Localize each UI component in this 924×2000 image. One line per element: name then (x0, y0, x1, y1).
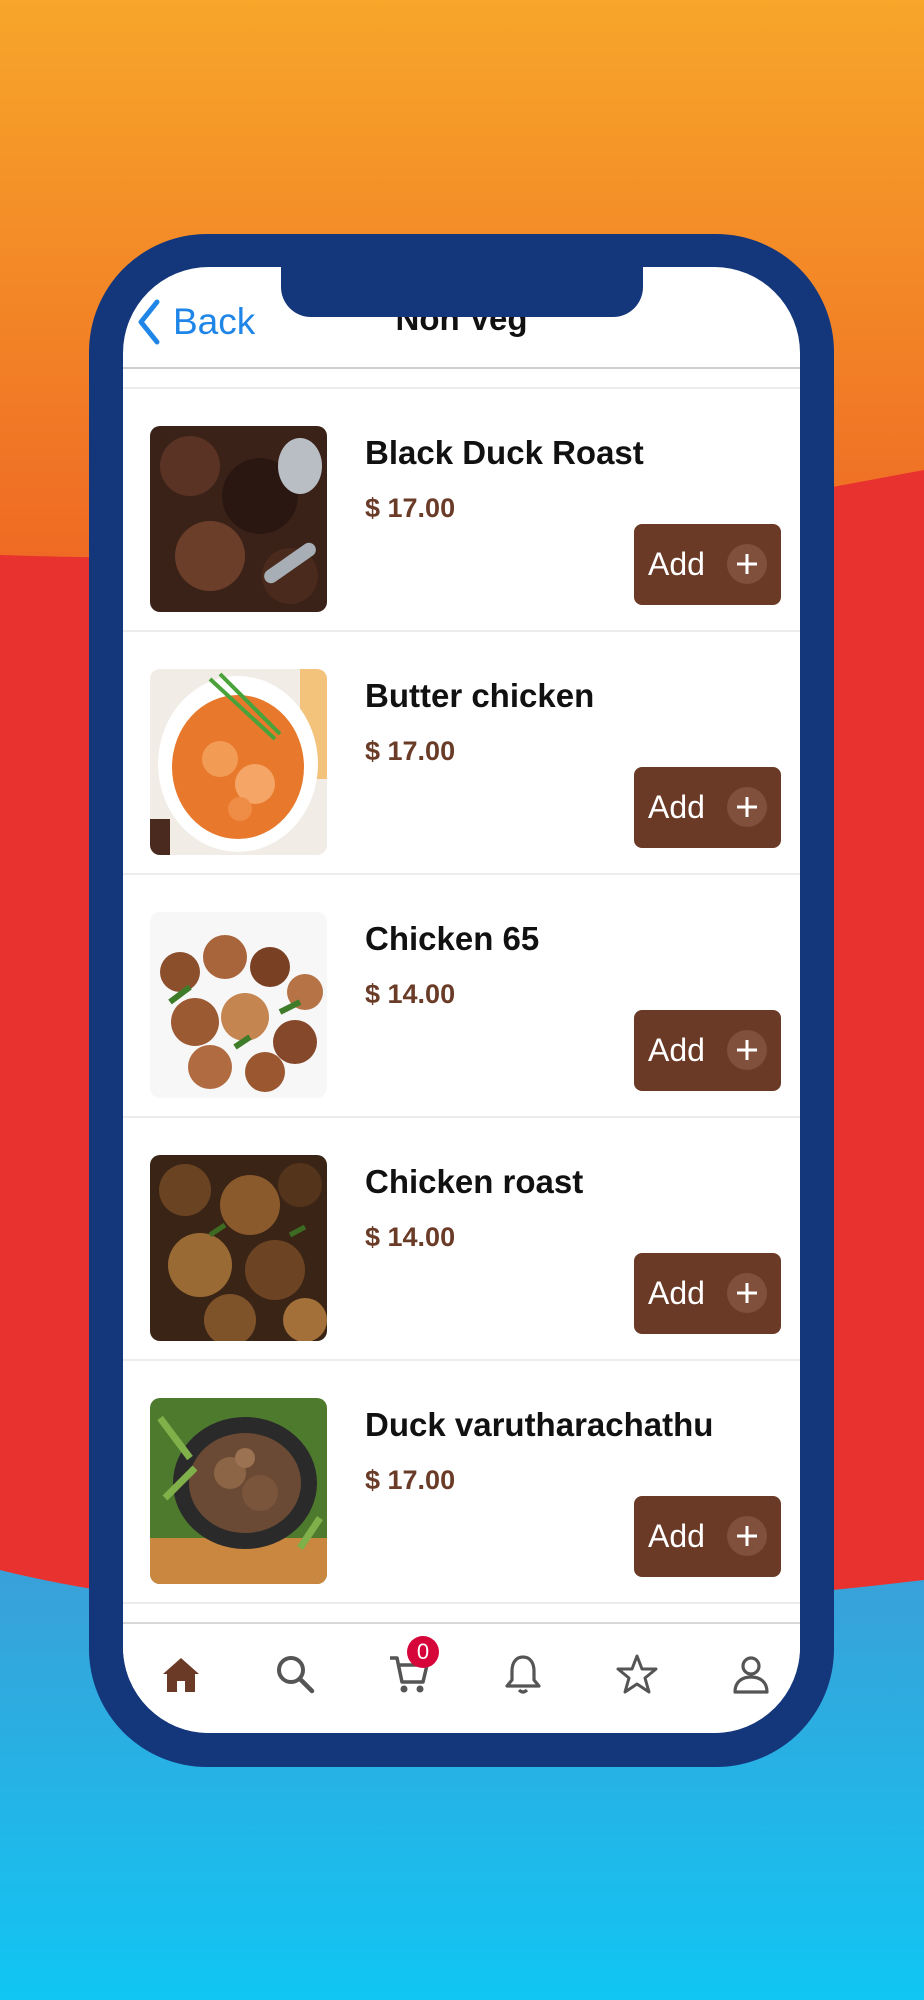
add-label: Add (648, 1032, 705, 1068)
add-label: Add (648, 1518, 705, 1554)
cart-count-badge: 0 (407, 1636, 439, 1668)
phone-notch (281, 267, 643, 317)
item-price: $ 17.00 (365, 736, 456, 766)
list-item[interactable]: Butter chicken $ 17.00 Add (123, 632, 800, 875)
food-image (150, 912, 327, 1098)
item-name: Chicken roast (365, 1163, 584, 1200)
add-label: Add (648, 1275, 705, 1311)
menu-list: Black Duck Roast $ 17.00 Add Butter chic… (123, 389, 800, 1604)
food-image (150, 1398, 327, 1584)
plus-icon (727, 1273, 767, 1313)
tab-cart[interactable]: 0 (379, 1636, 439, 1704)
star-icon (616, 1654, 658, 1694)
home-icon (163, 1658, 199, 1692)
tab-search[interactable] (265, 1644, 325, 1704)
app-screen: Back Non Veg Black Duck Roast $ 17.00 Ad… (123, 267, 800, 1733)
list-item[interactable]: Duck varutharachathu $ 17.00 Add (123, 1361, 800, 1604)
add-label: Add (648, 789, 705, 825)
food-image (150, 426, 327, 612)
profile-icon (733, 1656, 769, 1694)
add-button[interactable]: Add (634, 1253, 781, 1334)
plus-icon (727, 1030, 767, 1070)
tab-bar: 0 (123, 1622, 800, 1733)
item-price: $ 17.00 (365, 493, 456, 523)
list-item[interactable]: Chicken 65 $ 14.00 Add (123, 875, 800, 1118)
tab-notifications[interactable] (493, 1644, 553, 1704)
item-name: Chicken 65 (365, 920, 540, 957)
search-icon (277, 1656, 315, 1694)
item-price: $ 17.00 (365, 1465, 456, 1495)
item-price: $ 14.00 (365, 979, 456, 1009)
tab-profile[interactable] (721, 1644, 781, 1704)
item-price: $ 14.00 (365, 1222, 456, 1252)
add-button[interactable]: Add (634, 1496, 781, 1577)
add-button[interactable]: Add (634, 767, 781, 848)
tab-home[interactable] (151, 1644, 211, 1704)
plus-icon (727, 787, 767, 827)
food-image (150, 1155, 327, 1341)
bell-icon (505, 1655, 541, 1694)
item-name: Butter chicken (365, 677, 595, 714)
divider (123, 367, 800, 369)
add-button[interactable]: Add (634, 524, 781, 605)
list-item[interactable]: Chicken roast $ 14.00 Add (123, 1118, 800, 1361)
plus-icon (727, 544, 767, 584)
tab-favorites[interactable] (607, 1644, 667, 1704)
plus-icon (727, 1516, 767, 1556)
food-image (150, 669, 327, 855)
add-label: Add (648, 546, 705, 582)
item-name: Black Duck Roast (365, 434, 644, 471)
item-name: Duck varutharachathu (365, 1406, 714, 1443)
add-button[interactable]: Add (634, 1010, 781, 1091)
list-item[interactable]: Black Duck Roast $ 17.00 Add (123, 389, 800, 632)
